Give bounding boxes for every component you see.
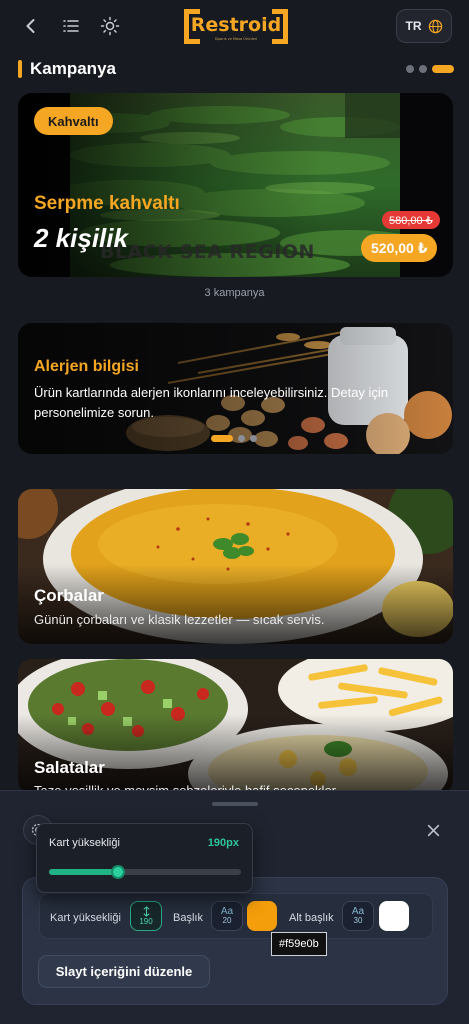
title-label: Başlık — [173, 912, 203, 924]
edit-slide-content-button[interactable]: Slayt içeriğini düzenle — [38, 955, 210, 988]
font-icon: Aa — [351, 906, 365, 917]
title-font-size-control[interactable]: Aa 20 — [211, 901, 243, 931]
category-title: Salatalar — [34, 758, 105, 777]
subtitle-color-swatch[interactable] — [379, 901, 409, 931]
campaign-pager-dot-active[interactable] — [432, 65, 454, 73]
allergen-title: Alerjen bilgisi — [34, 358, 139, 375]
campaign-category-tag: Kahvaltı — [34, 107, 113, 135]
height-label: Kart yüksekliği — [50, 912, 121, 924]
allergen-text: Ürün kartlarında alerjen ikonlarını ince… — [34, 385, 389, 420]
section-accent-bar — [18, 60, 22, 78]
campaign-pager-dot[interactable] — [406, 65, 414, 73]
campaign-pager — [406, 65, 454, 73]
slider-label: Kart yüksekliği — [49, 837, 120, 849]
allergen-pager-dot-active[interactable] — [211, 435, 233, 442]
color-hex-tooltip: #f59e0b — [271, 932, 327, 956]
resize-vertical-icon — [142, 906, 150, 917]
subtitle-font-size-control[interactable]: Aa 30 — [342, 901, 374, 931]
category-card-salads[interactable]: Salatalar Taze yeşillik ve mevsim sebzel… — [18, 659, 453, 794]
language-button[interactable]: TR — [396, 9, 452, 43]
allergen-pager-dot[interactable] — [238, 435, 245, 442]
campaign-subline: 2 kişilik — [34, 223, 128, 253]
restroid-logo[interactable]: Restroid Siparis ve Masa Ürünleri — [180, 6, 292, 46]
title-color-swatch[interactable] — [247, 901, 277, 931]
new-price-badge: 520,00 ₺ — [361, 234, 438, 262]
subtitle-size-value: 30 — [353, 916, 363, 925]
list-icon[interactable] — [57, 12, 85, 40]
campaign-section-header: Kampanya — [18, 58, 454, 80]
svg-text:Siparis ve Masa Ürünleri: Siparis ve Masa Ürünleri — [215, 36, 257, 41]
category-card-soups[interactable]: Çorbalar Günün çorbaları ve klasik lezze… — [18, 489, 453, 644]
photo-caption: BLACK SEA REGION — [100, 241, 315, 263]
title-size-value: 20 — [222, 916, 232, 925]
campaign-card[interactable]: BLACK SEA REGION Kahvaltı Serpme kahvalt… — [18, 93, 453, 277]
globe-icon — [428, 19, 442, 33]
font-icon: Aa — [220, 906, 234, 917]
category-description: Günün çorbaları ve klasik lezzetler — sı… — [34, 612, 325, 627]
height-value: 190 — [139, 917, 153, 926]
back-icon[interactable] — [17, 12, 45, 40]
slider-fill — [49, 869, 119, 875]
slider-thumb[interactable] — [111, 865, 126, 879]
slider-track[interactable] — [49, 865, 241, 879]
subtitle-label: Alt başlık — [289, 912, 334, 924]
allergen-info-card[interactable]: Alerjen bilgisi Ürün kartlarında alerjen… — [18, 323, 453, 454]
allergen-pager — [211, 435, 257, 442]
sun-icon[interactable] — [96, 12, 124, 40]
campaign-count: 3 kampanya — [204, 287, 265, 299]
top-bar: Restroid Siparis ve Masa Ürünleri TR — [0, 0, 469, 52]
style-controls-row: Kart yüksekliği 190 Başlık Aa 20 Alt baş… — [39, 893, 433, 939]
campaign-section-title: Kampanya — [30, 59, 116, 78]
app-screen: Restroid Siparis ve Masa Ürünleri TR Kam… — [0, 0, 469, 1024]
sheet-drag-handle[interactable] — [212, 802, 258, 806]
campaign-pager-dot[interactable] — [419, 65, 427, 73]
allergen-pager-dot[interactable] — [250, 435, 257, 442]
language-code: TR — [405, 19, 422, 33]
campaign-headline: Serpme kahvaltı — [34, 193, 180, 214]
close-icon[interactable] — [423, 820, 443, 840]
svg-text:Restroid: Restroid — [191, 14, 281, 36]
slider-value: 190px — [207, 837, 239, 849]
card-height-slider-popover: Kart yüksekliği 190px — [36, 823, 253, 893]
old-price-badge: 580,00 ₺ — [382, 211, 440, 229]
category-title: Çorbalar — [34, 586, 104, 605]
category-shade — [18, 714, 453, 794]
height-control[interactable]: 190 — [130, 901, 162, 931]
